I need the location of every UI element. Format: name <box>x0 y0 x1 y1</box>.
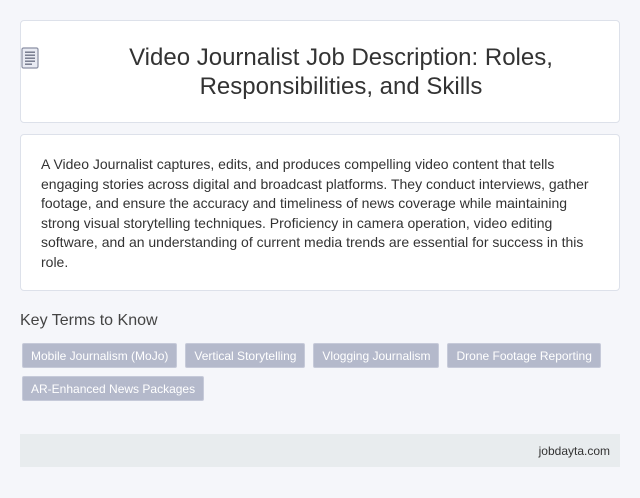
tag-drone-footage-reporting[interactable]: Drone Footage Reporting <box>447 343 601 368</box>
title-wrap: Video Journalist Job Description: Roles,… <box>21 43 619 101</box>
tag-mobile-journalism[interactable]: Mobile Journalism (MoJo) <box>22 343 178 368</box>
footer-site-link[interactable]: jobdayta.com <box>539 444 610 458</box>
page-title: Video Journalist Job Description: Roles,… <box>129 43 553 100</box>
document-icon <box>21 46 39 69</box>
key-terms-heading: Key Terms to Know <box>20 312 158 329</box>
tag-ar-enhanced-news[interactable]: AR-Enhanced News Packages <box>22 376 205 401</box>
tag-vertical-storytelling[interactable]: Vertical Storytelling <box>185 343 306 368</box>
title-card: Video Journalist Job Description: Roles,… <box>20 20 620 123</box>
footer: jobdayta.com <box>20 434 620 467</box>
description-card: A Video Journalist captures, edits, and … <box>20 134 620 291</box>
key-terms-tags: Mobile Journalism (MoJo) Vertical Storyt… <box>22 343 622 409</box>
tag-vlogging-journalism[interactable]: Vlogging Journalism <box>313 343 440 368</box>
description-text: A Video Journalist captures, edits, and … <box>41 156 589 270</box>
